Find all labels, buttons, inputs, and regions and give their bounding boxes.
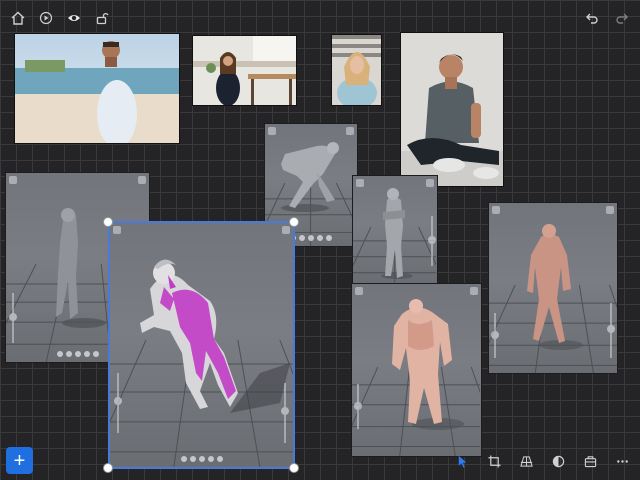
corner-handle-icon[interactable] [346, 127, 354, 135]
pose-card-standing-skin[interactable] [488, 202, 618, 374]
reference-photo-man-sitting[interactable] [400, 32, 504, 187]
corner-handle-icon[interactable] [470, 287, 478, 295]
eye-icon[interactable] [64, 8, 84, 28]
camera-controls[interactable] [180, 456, 223, 462]
bottom-toolbar [452, 450, 632, 472]
zoom-slider[interactable] [428, 216, 436, 266]
redo-icon[interactable] [612, 8, 632, 28]
top-toolbar-right [582, 0, 632, 36]
selection-handle-bottom-left[interactable] [103, 463, 113, 473]
rotate-slider[interactable] [281, 383, 289, 443]
selection-handle-bottom-right[interactable] [289, 463, 299, 473]
unlock-icon[interactable] [92, 8, 112, 28]
zoom-slider[interactable] [114, 373, 122, 433]
package-icon[interactable] [580, 451, 600, 471]
corner-handle-icon[interactable] [355, 287, 363, 295]
pose-card-arms-crossed[interactable] [352, 175, 438, 284]
select-arrow-icon[interactable] [452, 451, 472, 471]
selection-handle-top-right[interactable] [289, 217, 299, 227]
zoom-slider[interactable] [491, 313, 499, 358]
reference-photo-woman-sweater[interactable] [331, 34, 382, 106]
zoom-slider[interactable] [9, 293, 17, 343]
corner-handle-icon[interactable] [138, 176, 146, 184]
corner-handle-icon[interactable] [606, 206, 614, 214]
corner-handle-icon[interactable] [282, 226, 290, 234]
top-toolbar-left [8, 0, 112, 36]
pose-card-selected-crouching[interactable] [108, 221, 295, 469]
reference-photo-beach-man[interactable] [14, 33, 180, 144]
camera-controls[interactable] [290, 235, 332, 241]
corner-handle-icon[interactable] [113, 226, 121, 234]
more-icon[interactable] [612, 451, 632, 471]
undo-icon[interactable] [582, 8, 602, 28]
add-button[interactable]: + [6, 447, 33, 474]
corner-handle-icon[interactable] [9, 176, 17, 184]
crop-icon[interactable] [484, 451, 504, 471]
corner-handle-icon[interactable] [356, 179, 364, 187]
perspective-icon[interactable] [516, 451, 536, 471]
corner-handle-icon[interactable] [492, 206, 500, 214]
corner-handle-icon[interactable] [268, 127, 276, 135]
reference-photo-woman-kitchen[interactable] [192, 35, 297, 106]
contrast-icon[interactable] [548, 451, 568, 471]
rotate-slider[interactable] [607, 303, 615, 358]
home-icon[interactable] [8, 8, 28, 28]
selection-handle-top-left[interactable] [103, 217, 113, 227]
plus-icon: + [13, 449, 26, 472]
zoom-slider[interactable] [354, 384, 362, 429]
corner-handle-icon[interactable] [426, 179, 434, 187]
play-icon[interactable] [36, 8, 56, 28]
pose-card-muscular-back[interactable] [351, 283, 482, 457]
camera-controls[interactable] [56, 351, 99, 357]
